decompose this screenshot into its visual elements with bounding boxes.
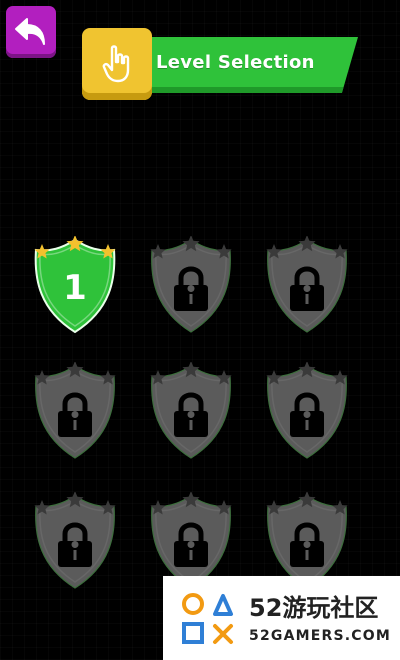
level-7-button[interactable] <box>30 492 120 592</box>
shield-locked-icon <box>34 492 116 589</box>
level-grid: 1 <box>0 0 400 660</box>
watermark-cn-text: 52游玩社区 <box>249 594 379 622</box>
level-6-button[interactable] <box>262 362 352 462</box>
watermark-en-text: 52GAMERS.COM <box>249 628 391 644</box>
shield-locked-icon <box>150 236 232 333</box>
level-number: 1 <box>63 268 87 308</box>
watermark-logo-icon <box>182 593 233 644</box>
shield-locked-icon <box>266 236 348 333</box>
level-1-button[interactable]: 1 <box>30 236 120 336</box>
level-3-button[interactable] <box>262 236 352 336</box>
shield-locked-icon <box>266 362 348 459</box>
level-2-button[interactable] <box>146 236 236 336</box>
shield-locked-icon <box>34 362 116 459</box>
level-4-button[interactable] <box>30 362 120 462</box>
shield-locked-icon <box>150 362 232 459</box>
watermark: 52游玩社区 52GAMERS.COM <box>163 576 400 660</box>
level-5-button[interactable] <box>146 362 236 462</box>
